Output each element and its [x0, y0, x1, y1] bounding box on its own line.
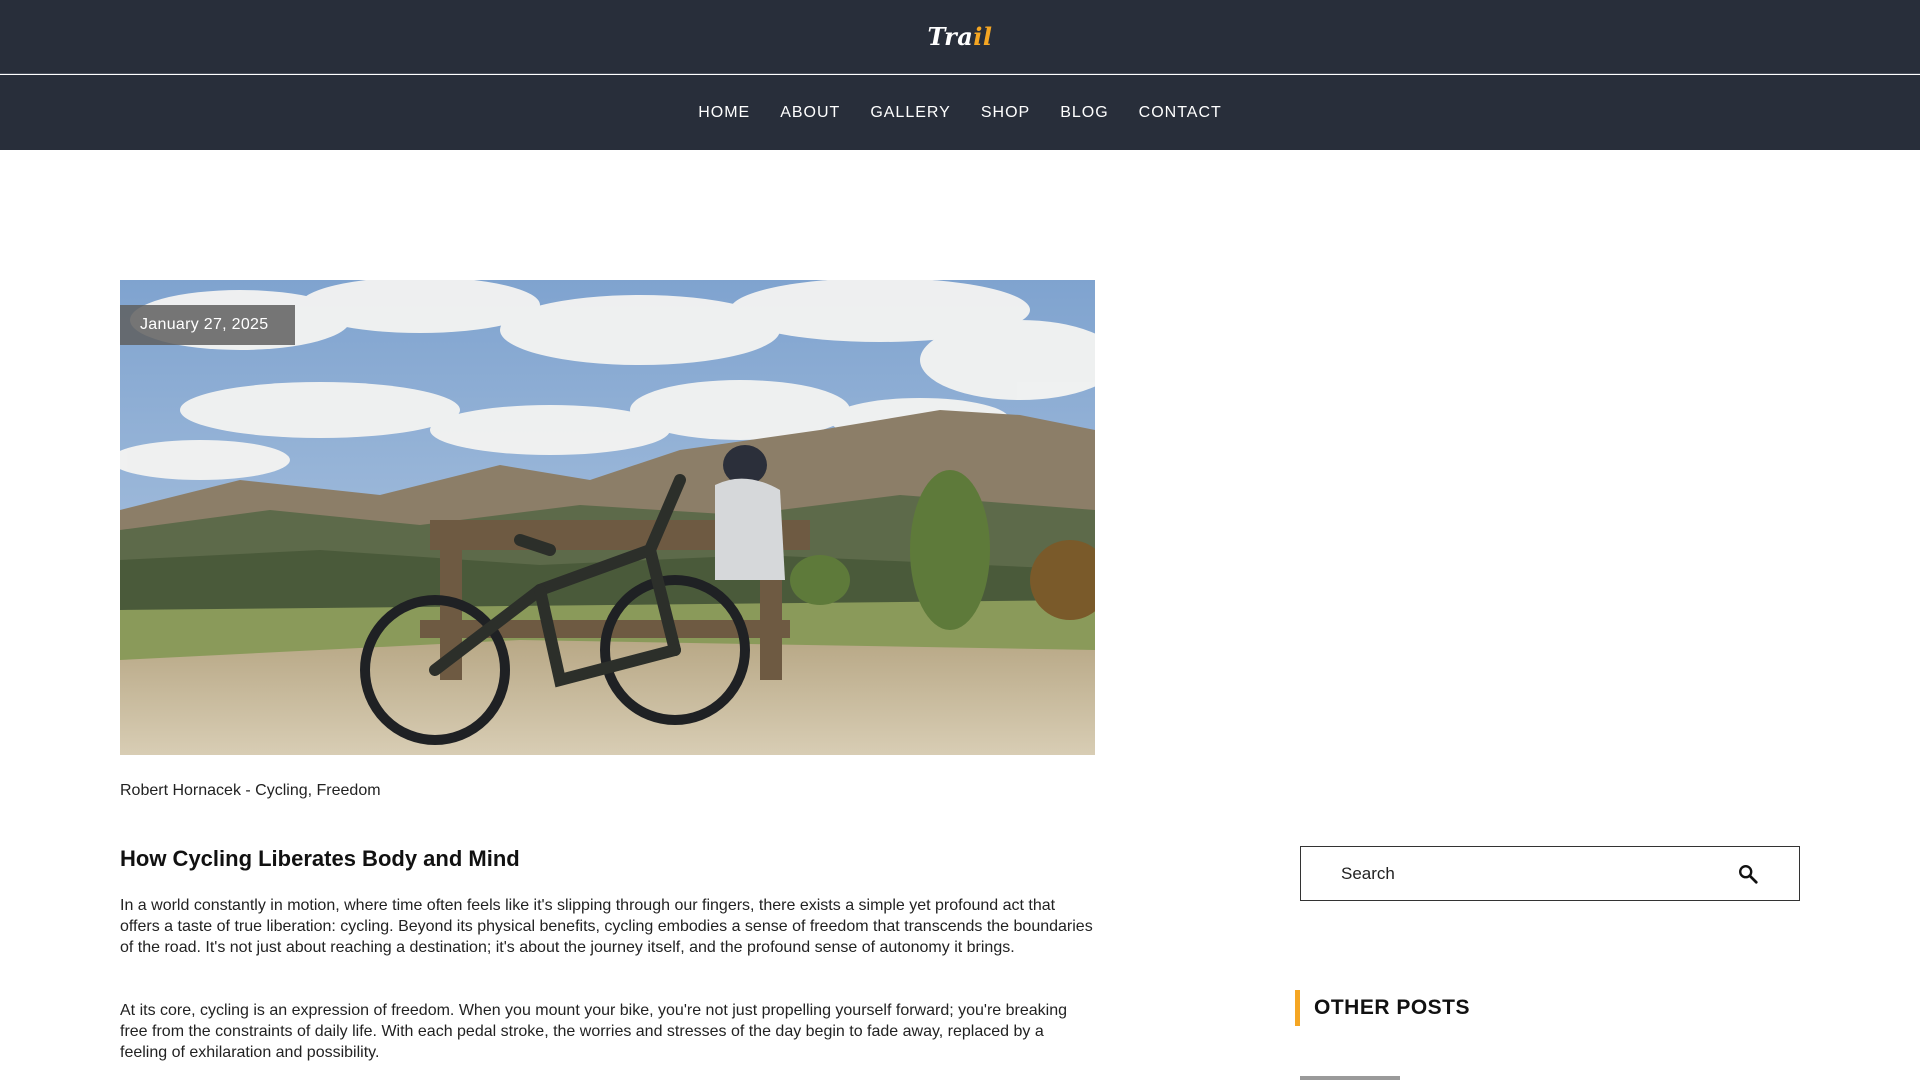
- nav-item-about[interactable]: ABOUT: [765, 104, 855, 122]
- other-posts-heading: OTHER POSTS: [1295, 990, 1470, 1026]
- post-title: How Cycling Liberates Body and Mind: [120, 846, 520, 871]
- nav-item-home[interactable]: HOME: [683, 104, 765, 122]
- site-header: Trail: [0, 0, 1920, 74]
- site-logo[interactable]: Trail: [0, 22, 1920, 51]
- nav-item-shop[interactable]: SHOP: [966, 104, 1045, 122]
- nav-item-blog[interactable]: BLOG: [1045, 104, 1123, 122]
- post-featured-image[interactable]: [120, 280, 1095, 755]
- post-paragraph: At its core, cycling is an expression of…: [120, 1002, 1068, 1061]
- search-box: [1300, 846, 1800, 901]
- post-date-badge: January 27, 2025: [120, 305, 295, 345]
- nav-menu: HOME ABOUT GALLERY SHOP BLOG CONTACT: [0, 75, 1920, 150]
- post-meta: Robert Hornacek - Cycling, Freedom: [120, 782, 381, 799]
- main-navigation: HOME ABOUT GALLERY SHOP BLOG CONTACT: [0, 75, 1920, 150]
- logo-text-accent: il: [973, 22, 993, 51]
- nav-item-contact[interactable]: CONTACT: [1124, 104, 1237, 122]
- other-post-thumbnail[interactable]: [1300, 1076, 1400, 1080]
- search-icon[interactable]: [1737, 863, 1759, 885]
- search-input[interactable]: [1341, 847, 1721, 900]
- nav-item-gallery[interactable]: GALLERY: [855, 104, 966, 122]
- post-paragraph: In a world constantly in motion, where t…: [120, 897, 1093, 956]
- logo-text: Tra: [927, 22, 974, 51]
